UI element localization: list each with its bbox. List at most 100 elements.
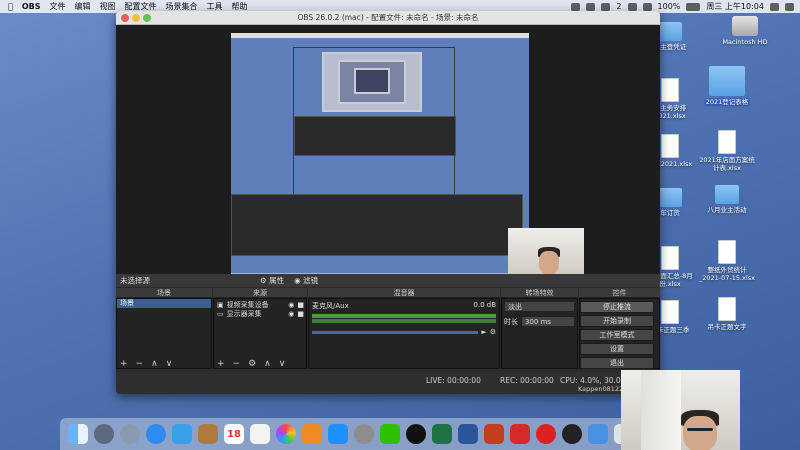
scene-item[interactable]: 场景 — [117, 299, 211, 308]
mixer-db-value: 0.0 dB — [473, 301, 496, 309]
powerpoint-icon[interactable] — [484, 424, 504, 444]
pdf-icon[interactable] — [510, 424, 530, 444]
webcam-overlay — [508, 228, 584, 275]
menu-file[interactable]: 文件 — [49, 1, 65, 12]
remove-source-button[interactable]: − — [233, 359, 241, 369]
clock[interactable]: 周三 上午10:04 — [706, 1, 764, 12]
source-item[interactable]: ▣ 视频采集设备 ◉ ■ — [214, 301, 306, 310]
no-source-label: 未选择源 — [120, 276, 150, 285]
netease-icon[interactable] — [536, 424, 556, 444]
obs-window: OBS 26.0.2 (mac) - 配置文件: 未命名 - 场景: 未命名 未… — [116, 11, 660, 394]
add-source-button[interactable]: + — [217, 359, 225, 369]
duration-input[interactable]: 300 ms — [521, 316, 575, 327]
downloads-icon[interactable] — [588, 424, 608, 444]
xlsx-file-icon — [718, 240, 736, 264]
scenes-footer: + − ∧ ∨ — [116, 358, 212, 370]
battery-icon[interactable] — [686, 2, 701, 11]
speaker-icon[interactable]: ► — [481, 328, 486, 336]
dock: 18 — [60, 418, 658, 450]
desktop-icon-file[interactable]: 2021年店面方案统计表.xlsx — [697, 130, 757, 172]
mini-obs-window — [293, 47, 456, 195]
filters-button[interactable]: ◉ 滤镜 — [294, 275, 318, 286]
calendar-date: 18 — [227, 429, 241, 440]
properties-button[interactable]: ⚙ 属性 — [260, 275, 284, 286]
mixer-settings-icon[interactable]: ⚙ — [490, 328, 496, 336]
folder-icon — [658, 188, 682, 207]
stream-user: Kappen08122 — [578, 385, 624, 393]
add-scene-button[interactable]: + — [120, 359, 128, 369]
menu-app-obs[interactable]: OBS — [22, 2, 41, 11]
launchpad-icon[interactable] — [94, 424, 114, 444]
remove-scene-button[interactable]: − — [136, 359, 144, 369]
preview-canvas[interactable] — [231, 33, 529, 284]
reminders-icon[interactable] — [250, 424, 270, 444]
start-recording-button[interactable]: 开始录制 — [580, 315, 654, 327]
desktop-icon-folder[interactable]: 2021登记表格 — [697, 66, 757, 106]
lock-icon[interactable]: ■ — [297, 310, 304, 319]
source-item[interactable]: ▭ 显示器采集 ◉ ■ — [214, 310, 306, 319]
desktop-icon-file[interactable]: 整纸外贸统计_2021-07-15.xlsx — [697, 240, 757, 282]
close-window-icon[interactable] — [121, 14, 129, 22]
status-icon[interactable] — [601, 2, 611, 11]
finder-icon[interactable] — [68, 424, 88, 444]
photos-icon[interactable] — [276, 424, 296, 444]
word-icon[interactable] — [458, 424, 478, 444]
eye-icon[interactable]: ◉ — [288, 310, 294, 319]
volume-icon[interactable] — [642, 2, 652, 11]
controls-header: 控件 — [579, 288, 660, 298]
safari-icon[interactable] — [146, 424, 166, 444]
status-icon[interactable] — [571, 2, 581, 11]
qq-icon[interactable] — [406, 424, 426, 444]
settings-button[interactable]: 设置 — [580, 343, 654, 355]
volume-row: ► ⚙ — [312, 328, 496, 336]
settings-icon[interactable] — [354, 424, 374, 444]
wifi-icon[interactable] — [627, 2, 637, 11]
transition-select[interactable]: 淡出 — [504, 301, 575, 312]
menu-edit[interactable]: 编辑 — [74, 1, 90, 12]
mini-obs-panels — [294, 116, 456, 156]
menu-view[interactable]: 视图 — [99, 1, 115, 12]
stop-streaming-button[interactable]: 停止推流 — [580, 301, 654, 313]
excel-icon[interactable] — [432, 424, 452, 444]
desktop-icon-folder[interactable]: 八月业主活动 — [697, 185, 757, 214]
obs-icon[interactable] — [562, 424, 582, 444]
webcam-person — [539, 251, 559, 275]
minimize-window-icon[interactable] — [132, 14, 140, 22]
live-time: LIVE: 00:00:00 — [426, 376, 481, 385]
move-up-icon[interactable]: ∧ — [264, 359, 271, 369]
desktop-icon-disk[interactable]: Macintosh HD — [715, 16, 775, 46]
mail-icon[interactable] — [172, 424, 192, 444]
search-icon[interactable] — [770, 2, 779, 11]
control-center-icon[interactable] — [785, 2, 794, 11]
preview-area[interactable] — [116, 25, 660, 285]
books-icon[interactable] — [302, 424, 322, 444]
webcam-feed — [621, 370, 740, 450]
wechat-icon[interactable] — [380, 424, 400, 444]
mini-obs-window — [231, 194, 523, 256]
notes-icon[interactable] — [198, 424, 218, 444]
calendar-icon[interactable]: 18 — [224, 424, 244, 444]
studio-mode-button[interactable]: 工作室模式 — [580, 329, 654, 341]
source-item-label: 显示器采集 — [226, 310, 262, 318]
notification-badge: 2 — [616, 2, 622, 11]
appstore-icon[interactable] — [328, 424, 348, 444]
move-up-icon[interactable]: ∧ — [151, 359, 158, 369]
exit-button[interactable]: 退出 — [580, 357, 654, 369]
webcam-background — [641, 370, 681, 450]
apple-menu-icon[interactable]:  — [8, 2, 13, 11]
eye-icon[interactable]: ◉ — [288, 301, 294, 310]
source-settings-icon[interactable]: ⚙ — [248, 359, 256, 369]
move-down-icon[interactable]: ∨ — [166, 359, 173, 369]
audio-mixer: 麦克风/Aux 0.0 dB ► ⚙ — [308, 298, 500, 369]
transition-type: 淡出 — [508, 303, 522, 311]
mixer-track-label: 麦克风/Aux — [312, 302, 349, 310]
zoom-window-icon[interactable] — [143, 14, 151, 22]
lock-icon[interactable]: ■ — [297, 301, 304, 310]
rec-time: REC: 00:00:00 — [500, 376, 554, 385]
desktop-icon-file[interactable]: 吊卡正题文字 — [697, 297, 757, 331]
rocket-icon[interactable] — [120, 424, 140, 444]
audio-meter — [312, 319, 496, 323]
status-icon[interactable] — [586, 2, 596, 11]
move-down-icon[interactable]: ∨ — [279, 359, 286, 369]
volume-slider[interactable] — [312, 330, 479, 334]
